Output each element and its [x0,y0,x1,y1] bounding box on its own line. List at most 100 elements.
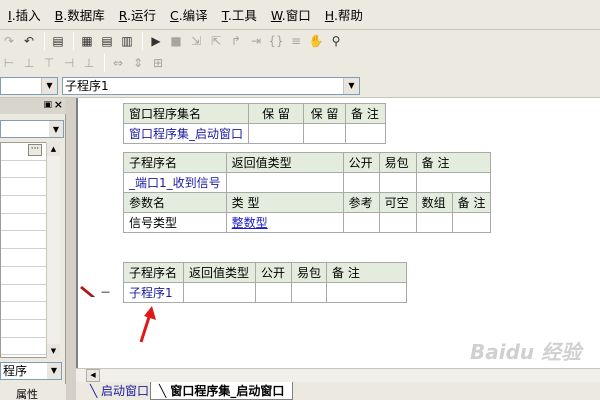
chevron-down-icon[interactable]: ▼ [343,78,359,94]
step-over-icon[interactable]: ⇱ [207,32,225,50]
scroll-left-icon[interactable]: ◀ [86,369,100,382]
table-cell[interactable] [342,212,380,233]
column-header: 参数名 [123,192,227,213]
column-header: 公开 [342,152,380,173]
tab-label: 启动窗口 [101,384,150,398]
subroutine-name-cell[interactable]: 子程序1 [123,282,184,303]
menu-tools[interactable]: T.工具 [222,5,257,24]
column-header: 子程序名 [123,262,184,283]
assembly-table: 窗口程序集名 保 留 保 留 备 注 窗口程序集_启动窗口 [122,103,387,144]
breakpoint-icon[interactable]: {} [267,32,285,50]
table-cell[interactable] [342,172,380,193]
selector-strip: ▼ 子程序1 ▼ [0,74,600,98]
param-type-link[interactable]: 整数型 [225,212,344,233]
layout-split-icon[interactable]: ▤ [98,32,116,50]
run-icon[interactable]: ▶ [147,32,165,50]
step-out-icon[interactable]: ↱ [227,32,245,50]
align-top-icon[interactable]: ⊤ [40,54,58,72]
table-cell[interactable] [255,282,292,303]
table-cell[interactable] [378,172,417,193]
column-header: 易包 [290,262,328,283]
same-height-icon[interactable]: ⇕ [129,54,147,72]
subroutine-name-cell[interactable]: _端口1_收到信号 [123,172,227,193]
subroutine-table: 子程序名 返回值类型 公开 易包 备 注 子程序1 [123,262,408,303]
column-header: 易包 [378,152,417,173]
editor-gutter [78,98,96,368]
table-cell[interactable] [248,123,305,144]
table-cell[interactable] [183,282,256,303]
column-header: 备 注 [451,192,492,213]
menu-database[interactable]: B.数据库 [55,5,105,24]
assembly-name-cell[interactable]: 窗口程序集_启动窗口 [122,123,250,144]
program-select[interactable]: 程序 ▼ [0,362,62,380]
pencil-icon [80,284,96,298]
find-icon[interactable]: ▤ [49,32,67,50]
column-header: 保 留 [303,103,347,124]
main-toolbar: ↷ ↶ ▤ ▦ ▤ ▥ ▶ ■ ⇲ ⇱ ↱ ⇥ {} ≡ ✋ ⚲ [0,30,600,52]
run-to-cursor-icon[interactable]: ⇥ [247,32,265,50]
document-tabs: ╲ 启动窗口 ╲ 窗口程序集_启动窗口 [76,382,600,400]
undo-icon[interactable]: ↶ [20,32,38,50]
tab-startup-window[interactable]: ╲ 启动窗口 [82,382,157,400]
align-middle-icon[interactable]: ⊣ [60,54,78,72]
align-left-icon[interactable]: ⊢ [0,54,18,72]
layout-window-icon[interactable]: ▦ [78,32,96,50]
column-header: 参考 [342,192,380,213]
align-toolbar: ⊢ ⊥ ⊤ ⊣ ⊥ ⇔ ⇕ ⊞ [0,52,600,74]
menu-insert[interactable]: I.插入 [8,5,41,24]
toolbar-separator [44,32,45,50]
column-header: 备 注 [415,152,492,173]
column-header: 类 型 [225,192,344,213]
tab-assembly[interactable]: ╲ 窗口程序集_启动窗口 [150,382,294,400]
object-select[interactable]: ▼ [0,77,58,95]
table-cell[interactable] [225,172,344,193]
layout-grid-icon[interactable]: ▥ [118,32,136,50]
same-size-icon[interactable]: ⊞ [149,54,167,72]
ellipsis-button[interactable]: ··· [28,144,42,156]
table-cell[interactable] [303,123,347,144]
line-marker: － [100,286,111,299]
table-cell[interactable] [415,172,492,193]
table-cell[interactable] [451,212,492,233]
horizontal-scrollbar[interactable]: ◀ [76,368,600,382]
vertical-scrollbar[interactable]: ▲ ▼ [46,142,60,358]
tab-properties[interactable]: 属性 [16,386,38,400]
close-icon[interactable]: × [54,98,63,111]
redo-icon[interactable]: ↷ [0,32,18,50]
table-cell[interactable] [326,282,408,303]
column-header: 保 留 [248,103,305,124]
panel-select[interactable]: ▼ [0,120,64,138]
table-cell[interactable] [345,123,387,144]
column-header: 返回值类型 [183,262,256,283]
stop-icon[interactable]: ■ [167,32,185,50]
table-cell[interactable] [415,212,453,233]
tab-label: 窗口程序集_启动窗口 [170,384,285,398]
binoculars-icon[interactable]: ⚲ [327,32,345,50]
scroll-down-icon[interactable]: ▼ [47,344,60,358]
chevron-down-icon[interactable]: ▼ [41,78,57,94]
chevron-down-icon[interactable]: ▼ [47,363,61,379]
panel-tabs: 属性 [0,384,66,400]
code-editor[interactable]: 窗口程序集名 保 留 保 留 备 注 窗口程序集_启动窗口 子程序名 返回值类型… [76,98,600,368]
watch-icon[interactable]: ≡ [287,32,305,50]
menu-compile[interactable]: C.编译 [170,5,208,24]
param-name-cell[interactable]: 信号类型 [123,212,227,233]
menu-run[interactable]: R.运行 [119,5,156,24]
hand-icon[interactable]: ✋ [307,32,325,50]
chevron-down-icon[interactable]: ▼ [49,121,63,137]
column-header: 公开 [255,262,292,283]
menu-window[interactable]: W.窗口 [271,5,311,24]
table-cell[interactable] [290,282,328,303]
subroutine-select[interactable]: 子程序1 ▼ [62,77,360,95]
column-header: 窗口程序集名 [122,103,250,124]
step-into-icon[interactable]: ⇲ [187,32,205,50]
scroll-up-icon[interactable]: ▲ [47,142,60,156]
panel-title-bar: ▣ × [0,98,66,114]
table-cell[interactable] [378,212,417,233]
column-header: 备 注 [345,103,387,124]
align-bottom-icon[interactable]: ⊥ [80,54,98,72]
pin-icon[interactable]: ▣ [43,100,52,110]
same-width-icon[interactable]: ⇔ [109,54,127,72]
menu-help[interactable]: H.帮助 [325,5,363,24]
align-center-icon[interactable]: ⊥ [20,54,38,72]
